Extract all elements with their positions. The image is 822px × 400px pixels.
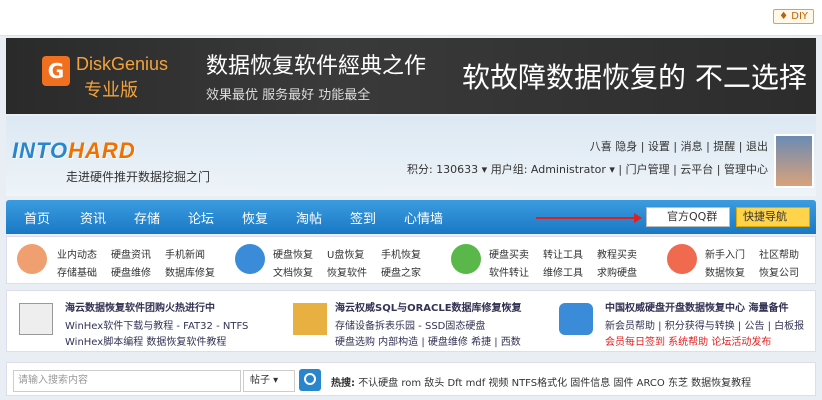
cat-link[interactable]: 硬盘资讯 <box>111 246 151 261</box>
feat-link[interactable]: WinHex脚本编程 数据恢复软件教程 <box>65 333 226 348</box>
cat-link[interactable]: 恢复公司 <box>759 264 799 279</box>
cat-link[interactable]: 转让工具 <box>543 246 583 261</box>
cat-link[interactable]: 文档恢复 <box>273 264 313 279</box>
cat-link[interactable]: 维修工具 <box>543 264 583 279</box>
avatar[interactable] <box>774 134 814 188</box>
feat-link[interactable]: 存储设备拆表乐园 - SSD固态硬盘 <box>335 317 485 332</box>
featured-links: 海云数据恢复软件团购火热进行中 WinHex软件下载与教程 - FAT32 - … <box>6 290 816 352</box>
cat-link[interactable]: U盘恢复 <box>327 246 364 261</box>
feat-link[interactable]: 海云权威SQL与ORACLE数据库修复恢复 <box>335 299 522 314</box>
nav-item-news[interactable]: 资讯 <box>80 208 106 227</box>
cat-link[interactable]: 硬盘之家 <box>381 264 421 279</box>
search-icon[interactable] <box>299 369 321 391</box>
box-download-icon <box>293 303 327 335</box>
diy-button[interactable]: ♦ DIY <box>773 9 814 24</box>
banner-tagline-2: 效果最优 服务最好 功能最全 <box>206 88 371 103</box>
logo-part-b: HARD <box>68 138 136 163</box>
nav-item-storage[interactable]: 存储 <box>134 208 160 227</box>
banner-brand: DiskGenius <box>76 54 169 74</box>
quick-nav-button[interactable]: 快捷导航 <box>736 207 810 227</box>
site-header: INTOHARD 走进硬件推开数据挖掘之门 八喜 隐身 | 设置 | 消息 | … <box>6 116 816 196</box>
user-menu[interactable]: 八喜 隐身 | 设置 | 消息 | 提醒 | 退出 <box>590 138 768 154</box>
hot-label: 热搜: <box>331 378 355 389</box>
cat-link[interactable]: 手机新闻 <box>165 246 205 261</box>
hot-links[interactable]: 不认硬盘 rom 敌头 Dft mdf 视频 NTFS格式化 固件信息 固件 A… <box>358 378 751 389</box>
top-strip: ♦ DIY <box>0 0 822 36</box>
cart-icon <box>451 244 481 274</box>
banner-tagline-1: 数据恢复软件經典之作 <box>206 54 427 79</box>
search-bar: 请输入搜索内容 帖子 ▾ 热搜: 不认硬盘 rom 敌头 Dft mdf 视频 … <box>6 362 816 396</box>
feat-link[interactable]: 会员每日签到 系统帮助 论坛活动发布 <box>605 333 771 348</box>
nav-item-recovery[interactable]: 恢复 <box>242 208 268 227</box>
presentation-icon <box>19 303 53 335</box>
cat-link[interactable]: 业内动态 <box>57 246 97 261</box>
feat-link[interactable]: 中国权威硬盘开盘数据恢复中心 海量备件 <box>605 299 788 314</box>
cat-link[interactable]: 存储基础 <box>57 264 97 279</box>
logo-part-a: INTO <box>12 138 69 163</box>
nav-item-mood[interactable]: 心情墙 <box>404 208 443 227</box>
nav-item-tao[interactable]: 淘帖 <box>296 208 322 227</box>
category-bar: 业内动态 硬盘资讯 手机新闻 存储基础 硬盘维修 数据库修复 硬盘恢复 U盘恢复… <box>6 236 816 284</box>
banner-ad[interactable]: G DiskGenius 专业版 数据恢复软件經典之作 效果最优 服务最好 功能… <box>6 38 816 114</box>
site-slogan: 走进硬件推开数据挖掘之门 <box>66 170 211 184</box>
main-nav: 首页 资讯 存储 论坛 恢复 淘帖 签到 心情墙 官方QQ群 快捷导航 <box>6 200 816 234</box>
qq-group-button[interactable]: 官方QQ群 <box>646 207 730 227</box>
cat-link[interactable]: 手机恢复 <box>381 246 421 261</box>
cat-link[interactable]: 恢复软件 <box>327 264 367 279</box>
banner-tagline-3: 软故障数据恢复的 不二选择 <box>462 61 807 94</box>
bird-icon <box>559 303 593 335</box>
search-type-select[interactable]: 帖子 ▾ <box>243 370 295 392</box>
cat-link[interactable]: 硬盘恢复 <box>273 246 313 261</box>
cat-link[interactable]: 新手入门 <box>705 246 745 261</box>
banner-brand-sub: 专业版 <box>84 80 138 101</box>
cat-link[interactable]: 硬盘维修 <box>111 264 151 279</box>
help-icon <box>667 244 697 274</box>
cat-link[interactable]: 求购硬盘 <box>597 264 637 279</box>
cat-link[interactable]: 软件转让 <box>489 264 529 279</box>
cat-link[interactable]: 社区帮助 <box>759 246 799 261</box>
feat-link[interactable]: 海云数据恢复软件团购火热进行中 <box>65 299 215 314</box>
user-stats[interactable]: 积分: 130633 ▾ 用户组: Administrator ▾ | 门户管理… <box>407 161 768 177</box>
search-input[interactable]: 请输入搜索内容 <box>13 370 241 392</box>
nav-item-forum[interactable]: 论坛 <box>188 208 214 227</box>
cat-link[interactable]: 硬盘买卖 <box>489 246 529 261</box>
hot-searches: 热搜: 不认硬盘 rom 敌头 Dft mdf 视频 NTFS格式化 固件信息 … <box>331 374 751 389</box>
home-icon <box>235 244 265 274</box>
cat-link[interactable]: 数据库修复 <box>165 264 215 279</box>
feat-link[interactable]: 新会员帮助 | 积分获得与转换 | 公告 | 白板报 <box>605 317 804 332</box>
diskgenius-logo-icon: G <box>42 56 70 86</box>
cat-link[interactable]: 教程买卖 <box>597 246 637 261</box>
site-logo[interactable]: INTOHARD <box>12 138 136 164</box>
cat-link[interactable]: 数据恢复 <box>705 264 745 279</box>
arrow-icon <box>536 213 642 223</box>
news-icon <box>17 244 47 274</box>
feat-link[interactable]: WinHex软件下载与教程 - FAT32 - NTFS <box>65 317 248 332</box>
nav-item-home[interactable]: 首页 <box>24 208 50 227</box>
feat-link[interactable]: 硬盘选购 内部构造 | 硬盘维修 希捷 | 西数 <box>335 333 521 348</box>
nav-item-signin[interactable]: 签到 <box>350 208 376 227</box>
